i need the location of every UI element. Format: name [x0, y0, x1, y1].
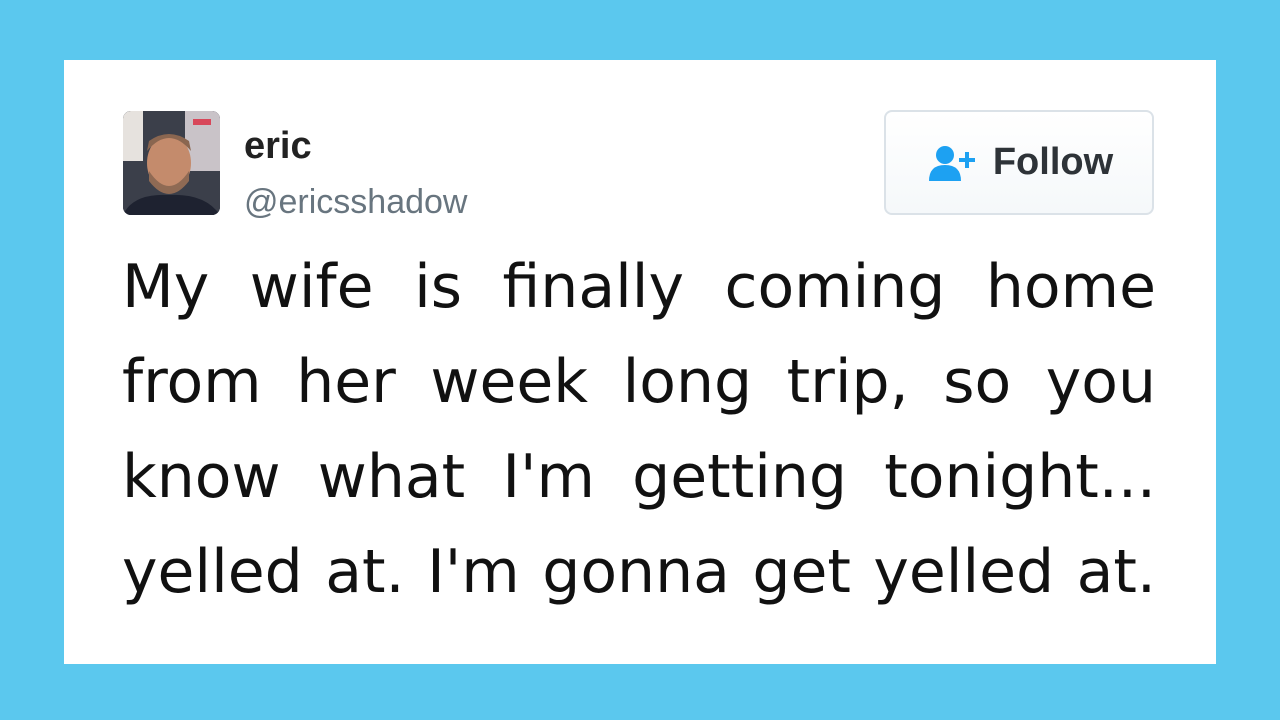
profile-photo-icon	[123, 111, 220, 215]
display-name[interactable]: eric	[244, 123, 312, 169]
follow-button[interactable]: Follow	[884, 110, 1154, 215]
avatar[interactable]	[123, 111, 220, 215]
add-user-icon	[928, 145, 975, 181]
tweet-card: eric @ericsshadow Follow My wife is fina…	[64, 60, 1216, 664]
tweet-text: My wife is finally coming home from her …	[122, 252, 1156, 607]
user-handle[interactable]: @ericsshadow	[244, 180, 468, 224]
follow-button-label: Follow	[992, 141, 1114, 183]
